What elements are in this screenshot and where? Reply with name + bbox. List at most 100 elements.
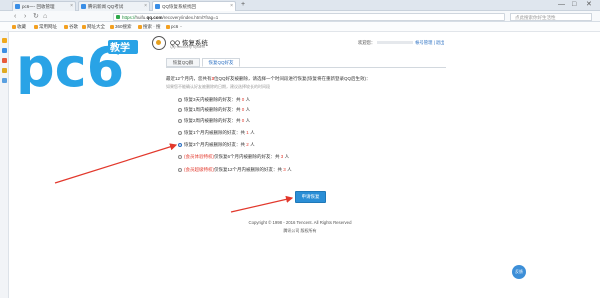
radio-icon[interactable] bbox=[178, 154, 182, 159]
option-label: 仅恢复12个月内被删除的好友：共 bbox=[214, 167, 283, 172]
url-subdomain: huifu. bbox=[135, 14, 147, 20]
tab-favicon-icon bbox=[15, 4, 20, 9]
option-count: 3 bbox=[280, 154, 284, 159]
minimize-button[interactable]: — bbox=[558, 0, 565, 10]
home-icon[interactable]: ⌂ bbox=[43, 12, 47, 21]
feedback-float-button[interactable]: 反馈 bbox=[512, 265, 526, 279]
arrow-to-button bbox=[230, 195, 294, 213]
radio-icon[interactable] bbox=[178, 107, 182, 112]
tab-label: pc6一- 回收管理 bbox=[22, 4, 55, 9]
bookmarks-bar: 收藏 常用网址 谷歌 网址大全 360搜索 搜索 · 搜 pc6 ·· bbox=[0, 22, 600, 32]
radio-icon[interactable] bbox=[178, 97, 182, 102]
bookmark-item[interactable]: 常用网址 bbox=[34, 22, 57, 32]
option-count: 0 bbox=[241, 107, 245, 112]
secure-shield-icon bbox=[116, 15, 120, 19]
close-window-button[interactable]: ✕ bbox=[586, 0, 592, 10]
new-tab-button[interactable]: + bbox=[241, 0, 245, 10]
tab-label: 腾讯新闻 QQ考试 bbox=[88, 4, 124, 9]
option-label: 恢复1个月内被删除的好友：共 bbox=[184, 130, 246, 135]
period-option[interactable]: 恢复1个月内被删除的好友：共 1 人 bbox=[178, 130, 255, 136]
bookmark-item[interactable]: 谷歌 bbox=[64, 22, 78, 32]
back-icon[interactable]: ‹ bbox=[14, 12, 16, 21]
bookmark-item[interactable]: 网址大全 bbox=[82, 22, 105, 32]
option-count: 3 bbox=[283, 167, 286, 172]
footer-link[interactable]: 腾讯公司 版权所有 bbox=[283, 228, 316, 233]
qq-logo-icon bbox=[152, 36, 166, 50]
hint-text: 如果您不能确认好友被删除的日期，建议选择较长的时间段 bbox=[166, 84, 270, 89]
radio-icon[interactable] bbox=[178, 167, 182, 172]
notes-icon[interactable] bbox=[2, 68, 7, 73]
option-count: 1 bbox=[246, 130, 249, 135]
option-unit: 人 bbox=[245, 107, 251, 112]
close-icon[interactable]: × bbox=[70, 2, 73, 11]
radio-icon[interactable] bbox=[178, 118, 182, 123]
tab-favicon-icon bbox=[81, 4, 86, 9]
footer-links: 腾讯公司 版权所有 bbox=[0, 228, 600, 234]
option-label: 恢复3天内被删除的好友：共 bbox=[184, 97, 241, 102]
vip-period-option[interactable]: (会员体验特权)仅恢复6个月内被删除的好友：共 3 人 bbox=[178, 154, 289, 160]
option-unit: 人 bbox=[287, 167, 292, 172]
option-label: 仅恢复6个月内被删除的好友：共 bbox=[214, 154, 280, 159]
url-field[interactable]: https://huifu.qq.com/recovery/index.html… bbox=[113, 12, 505, 21]
option-label: 恢复1周内被删除的好友：共 bbox=[184, 107, 241, 112]
period-option-selected[interactable]: 恢复3个月内被删除的好友：共 2 人 bbox=[178, 142, 255, 148]
account-links[interactable]: 帐号管理 | 退出 bbox=[415, 40, 444, 45]
bookmark-item[interactable]: 360搜索 bbox=[110, 22, 132, 32]
option-count: 0 bbox=[241, 97, 245, 102]
close-icon[interactable]: × bbox=[230, 2, 233, 11]
tab-divider bbox=[166, 67, 446, 68]
browser-tab-active[interactable]: QQ恢复系统找回 × bbox=[152, 1, 236, 11]
vip-period-option[interactable]: (会员超级特权)仅恢复12个月内被删除的好友：共 3 人 bbox=[178, 167, 292, 173]
option-count: 2 bbox=[246, 142, 249, 147]
vip-tag[interactable]: (会员超级特权) bbox=[184, 167, 214, 172]
option-count: 0 bbox=[241, 118, 245, 123]
option-unit: 人 bbox=[284, 154, 290, 159]
option-unit: 人 bbox=[245, 118, 251, 123]
period-option[interactable]: 恢复3天内被删除的好友：共 0 人 bbox=[178, 97, 250, 103]
forward-icon[interactable]: › bbox=[24, 12, 26, 21]
address-toolbar: ‹ › ↻ ⌂ https://huifu.qq.com/recovery/in… bbox=[0, 11, 600, 22]
browser-tab-bar: pc6一- 回收管理 × 腾讯新闻 QQ考试 × QQ恢复系统找回 × + — … bbox=[0, 0, 600, 11]
weibo-icon[interactable] bbox=[2, 58, 7, 63]
user-info: 欢迎您： 帐号管理 | 退出 bbox=[358, 40, 444, 46]
masked-username bbox=[377, 40, 414, 44]
maximize-button[interactable]: □ bbox=[572, 0, 576, 10]
browser-search-input[interactable]: 点此搜索你好生活性 bbox=[510, 12, 592, 21]
history-icon[interactable] bbox=[2, 48, 7, 53]
welcome-label: 欢迎您： bbox=[358, 40, 376, 45]
radio-icon[interactable] bbox=[178, 130, 182, 135]
bookmark-item[interactable]: 收藏 bbox=[12, 22, 26, 32]
watermark-badge-text: 教学 bbox=[109, 41, 130, 54]
option-unit: 人 bbox=[245, 97, 251, 102]
apply-recovery-button[interactable]: 申请恢复 bbox=[295, 191, 326, 203]
tab-favicon-icon bbox=[155, 4, 160, 9]
url-scheme: https:// bbox=[122, 14, 136, 20]
url-host: qq.com bbox=[146, 14, 163, 20]
favorites-icon[interactable] bbox=[2, 38, 7, 43]
intro-end: 位QQ好友被删除，请选择一个时间段进行恢复(恢复将在重新登录QQ后生效)： bbox=[214, 76, 371, 81]
footer-copyright: Copyright © 1998 - 2016 Tencent. All Rig… bbox=[248, 220, 352, 225]
option-label: 恢复2周内被删除的好友：共 bbox=[184, 118, 241, 123]
tab-recover-group[interactable]: 恢复QQ群 bbox=[166, 58, 200, 67]
browser-tab[interactable]: pc6一- 回收管理 × bbox=[12, 1, 76, 11]
url-path: /recovery/index.html?frag=1 bbox=[162, 14, 219, 20]
option-unit: 人 bbox=[250, 142, 255, 147]
tab-label: QQ恢复系统找回 bbox=[162, 4, 196, 9]
refresh-icon[interactable]: ↻ bbox=[33, 12, 39, 21]
option-label: 恢复3个月内被删除的好友：共 bbox=[184, 142, 246, 147]
tab-recover-friend[interactable]: 恢复QQ好友 bbox=[202, 58, 240, 67]
pc6-watermark-logo: pc6 教学 bbox=[15, 36, 138, 94]
option-unit: 人 bbox=[250, 130, 255, 135]
vip-tag[interactable]: (会员体验特权) bbox=[184, 154, 214, 159]
period-option[interactable]: 恢复2周内被删除的好友：共 0 人 bbox=[178, 118, 250, 124]
radio-checked-icon[interactable] bbox=[178, 142, 182, 147]
arrow-to-option bbox=[54, 143, 178, 184]
browser-tab[interactable]: 腾讯新闻 QQ考试 × bbox=[78, 1, 150, 11]
intro-text: 最近12个月内，您共有3位QQ好友被删除，请选择一个时间段进行恢复(恢复将在重新… bbox=[166, 76, 371, 82]
download-icon[interactable] bbox=[2, 78, 7, 83]
close-icon[interactable]: × bbox=[144, 2, 147, 11]
intro-start: 最近12个月内，您共有 bbox=[166, 76, 212, 81]
bookmark-item[interactable]: 搜索 · 搜 bbox=[138, 22, 161, 32]
period-option[interactable]: 恢复1周内被删除的好友：共 0 人 bbox=[178, 107, 250, 113]
bookmark-item[interactable]: pc6 ·· bbox=[166, 22, 183, 32]
